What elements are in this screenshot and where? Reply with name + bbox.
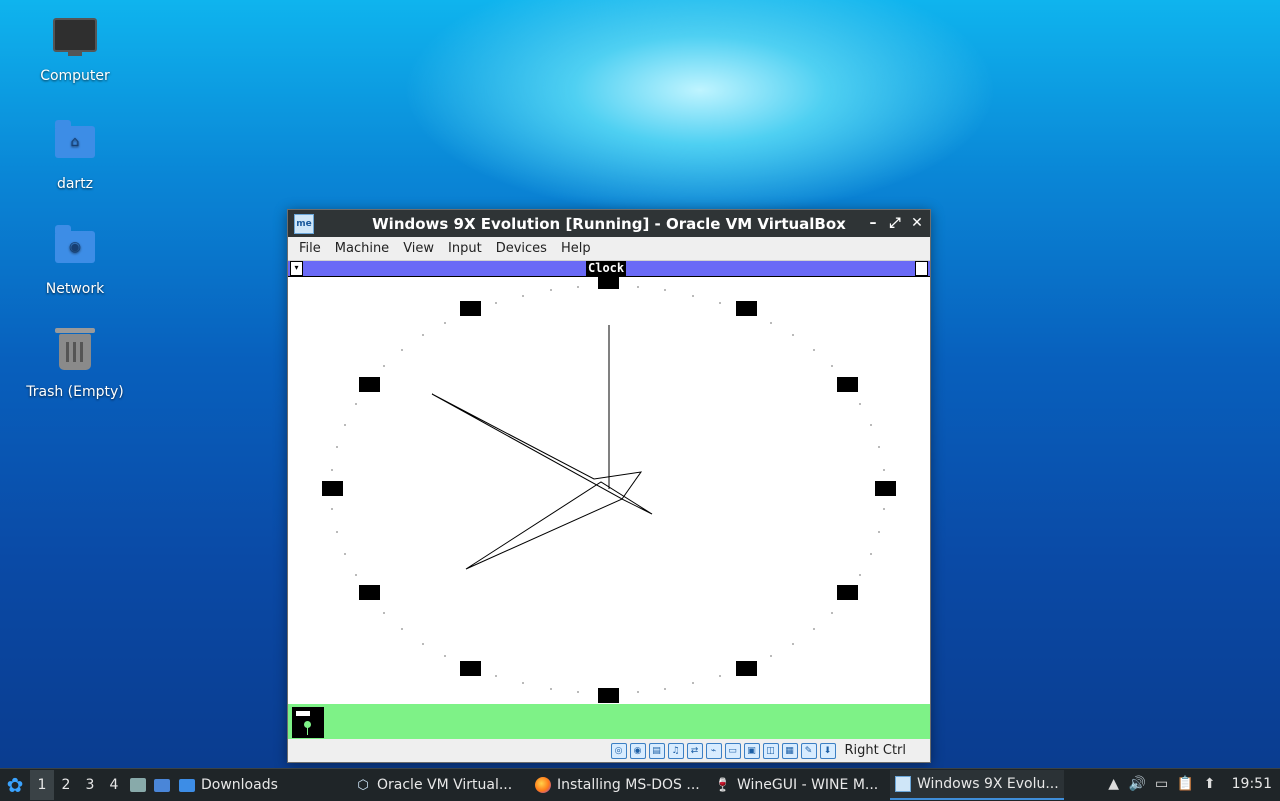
- tray-arrow-icon[interactable]: ▲: [1106, 776, 1122, 792]
- optical-drive-icon[interactable]: ◉: [629, 742, 646, 759]
- guest-display[interactable]: ▾ Clock: [288, 261, 930, 739]
- floppy-icon[interactable]: ▤: [648, 742, 665, 759]
- vbox-statusbar: ◎ ◉ ▤ ♫ ⇄ ⌁ ▭ ▣ ◫ ▦ ✎ ⬇ Right Ctrl: [288, 739, 930, 762]
- file-manager-icon: [130, 778, 146, 792]
- desktop-icon-label: Computer: [40, 68, 110, 84]
- size-box-icon[interactable]: [915, 261, 928, 276]
- desktop-icon-computer[interactable]: Computer: [20, 18, 130, 84]
- close-button[interactable]: ✕: [910, 214, 924, 232]
- volume-icon[interactable]: 🔊: [1129, 776, 1146, 792]
- task-label: Downloads: [201, 777, 278, 793]
- update-icon[interactable]: ⬆: [1202, 776, 1218, 792]
- minimized-clock-icon[interactable]: [292, 707, 324, 738]
- system-tray: ▲ 🔊 ▭ 📋 ⬆ 19:51: [1106, 769, 1280, 799]
- clipboard-icon[interactable]: 📋: [1177, 776, 1194, 792]
- task-label: Oracle VM Virtual...: [377, 777, 513, 793]
- window-title: Windows 9X Evolution [Running] - Oracle …: [372, 214, 846, 233]
- task-label: Installing MS-DOS ...: [557, 777, 700, 793]
- start-menu-button[interactable]: ✿: [0, 770, 30, 800]
- workspace-4[interactable]: 4: [102, 770, 126, 800]
- cpu-icon[interactable]: ▦: [781, 742, 798, 759]
- workspace-1[interactable]: 1: [30, 770, 54, 800]
- recording-icon[interactable]: ◫: [762, 742, 779, 759]
- desktop-icon-dartz[interactable]: ⌂ dartz: [20, 120, 130, 192]
- firefox-icon: [534, 776, 552, 794]
- folder-icon: [178, 776, 196, 794]
- workspace-2[interactable]: 2: [54, 770, 78, 800]
- virtualbox-icon: ⬡: [357, 777, 369, 793]
- window-titlebar[interactable]: me Windows 9X Evolution [Running] - Orac…: [288, 210, 930, 237]
- quick-launch-file-manager[interactable]: [126, 770, 150, 800]
- desktop-icon-network[interactable]: ◉ Network: [20, 225, 130, 297]
- shared-folders-icon[interactable]: ▭: [724, 742, 741, 759]
- desktop-icon-label: Trash (Empty): [26, 384, 124, 400]
- menu-view[interactable]: View: [396, 241, 441, 256]
- task-label: Windows 9X Evolu...: [917, 776, 1059, 792]
- menu-help[interactable]: Help: [554, 241, 598, 256]
- usb-icon[interactable]: ⌁: [705, 742, 722, 759]
- mouse-integration-icon[interactable]: ✎: [800, 742, 817, 759]
- menu-devices[interactable]: Devices: [489, 241, 554, 256]
- menu-input[interactable]: Input: [441, 241, 489, 256]
- network-folder-icon: ◉: [53, 225, 97, 275]
- audio-icon[interactable]: ♫: [667, 742, 684, 759]
- virtualbox-vm-icon: [894, 775, 912, 793]
- wine-icon: 🍷: [714, 777, 732, 793]
- show-desktop-icon: [154, 778, 170, 792]
- task-label: WineGUI - WINE M...: [737, 777, 879, 793]
- menubar: File Machine View Input Devices Help: [288, 237, 930, 261]
- menu-file[interactable]: File: [292, 241, 328, 256]
- host-taskbar: ✿ 1 2 3 4 Downloads ⬡ Oracle VM Virtual.…: [0, 768, 1280, 801]
- distro-logo-icon: ✿: [6, 773, 24, 797]
- keyboard-capture-icon[interactable]: ⬇: [819, 742, 836, 759]
- desktop-icon-label: Network: [45, 281, 105, 297]
- task-downloads[interactable]: Downloads: [174, 770, 350, 800]
- desktop-icon-trash[interactable]: Trash (Empty): [20, 328, 130, 400]
- network-icon[interactable]: ⇄: [686, 742, 703, 759]
- task-windows9x[interactable]: Windows 9X Evolu...: [890, 770, 1064, 800]
- taskbar-clock[interactable]: 19:51: [1232, 776, 1272, 792]
- clock-hands: [431, 325, 653, 570]
- hard-disk-icon[interactable]: ◎: [610, 742, 627, 759]
- task-oracle-vm[interactable]: ⬡ Oracle VM Virtual...: [350, 770, 530, 800]
- maximize-button[interactable]: ⤢: [888, 214, 902, 232]
- menu-machine[interactable]: Machine: [328, 241, 396, 256]
- clock-window-title: Clock: [586, 261, 627, 276]
- virtualbox-window: me Windows 9X Evolution [Running] - Orac…: [287, 209, 931, 763]
- host-key-label: Right Ctrl: [844, 743, 907, 758]
- task-winegui[interactable]: 🍷 WineGUI - WINE M...: [710, 770, 890, 800]
- workspace-3[interactable]: 3: [78, 770, 102, 800]
- minimize-button[interactable]: –: [866, 214, 880, 232]
- clock-window-caption[interactable]: ▾ Clock: [288, 261, 930, 277]
- analog-clock-face: [322, 277, 896, 703]
- guest-taskbar: [288, 704, 930, 739]
- system-menu-icon[interactable]: ▾: [290, 261, 303, 276]
- home-folder-icon: ⌂: [53, 120, 97, 170]
- quick-launch-desktop[interactable]: [150, 770, 174, 800]
- trash-icon: [53, 328, 97, 378]
- network-tray-icon[interactable]: ▭: [1154, 776, 1170, 792]
- display-icon[interactable]: ▣: [743, 742, 760, 759]
- clock-minute-dots: [331, 284, 885, 693]
- computer-icon: [53, 18, 97, 62]
- task-firefox[interactable]: Installing MS-DOS ...: [530, 770, 710, 800]
- desktop-icon-label: dartz: [56, 176, 94, 192]
